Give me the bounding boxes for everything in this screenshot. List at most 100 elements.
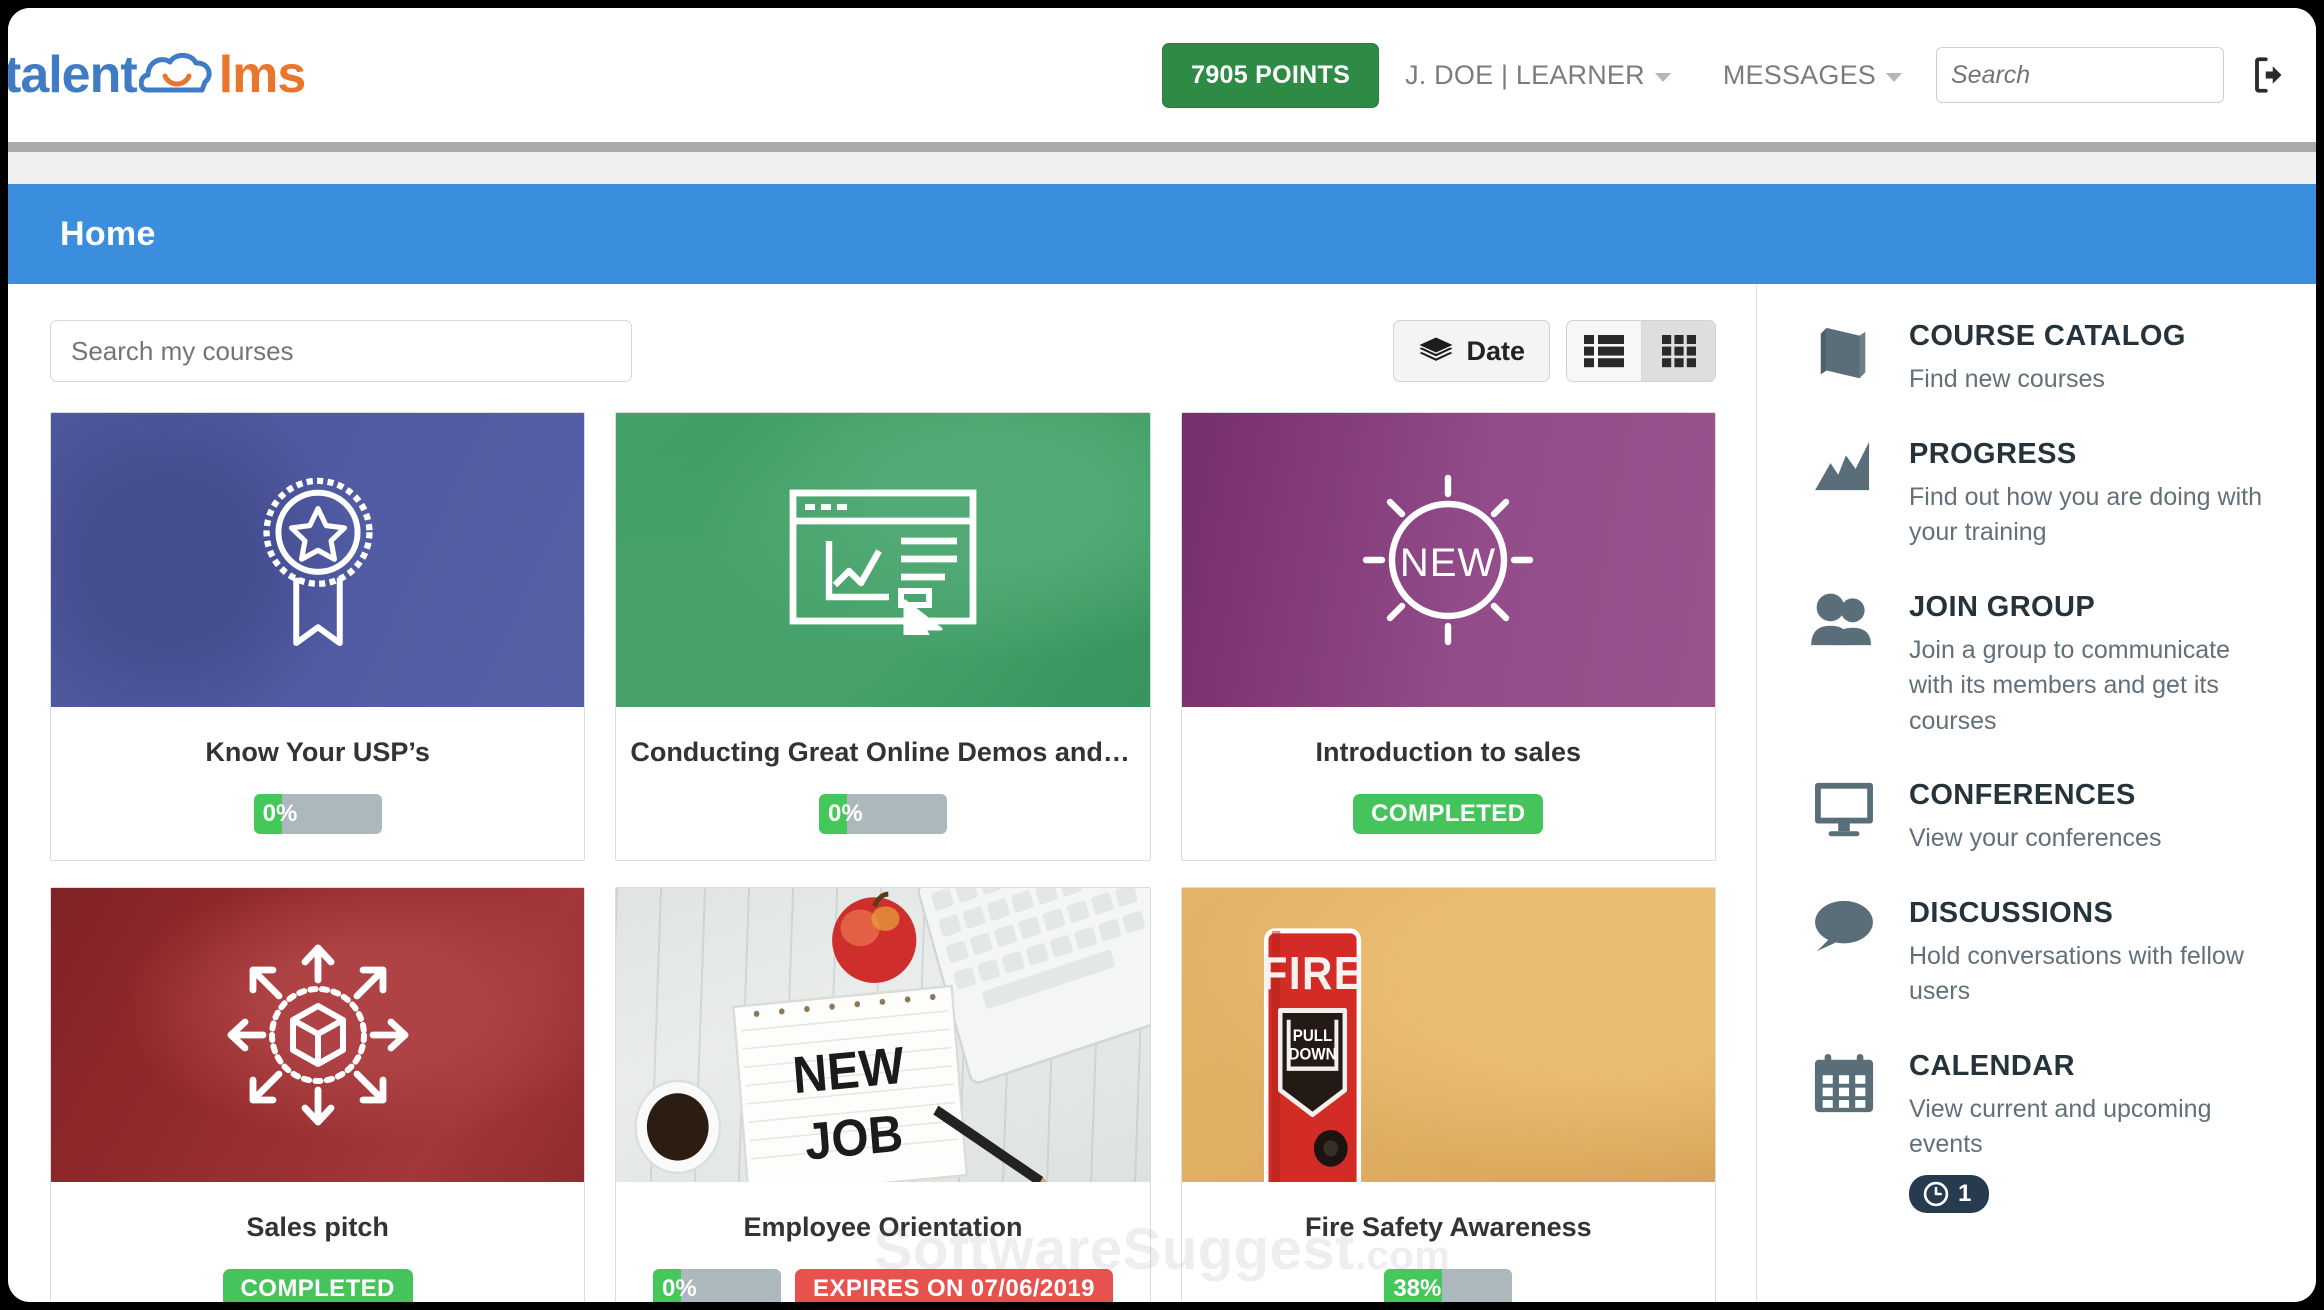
sidebar-item-title: COURSE CATALOG (1909, 320, 2186, 352)
logout-icon[interactable] (2250, 54, 2292, 96)
course-title: Introduction to sales (1315, 737, 1582, 767)
sidebar-item-join-group[interactable]: JOIN GROUP Join a group to communicate w… (1805, 589, 2280, 740)
status-badge: COMPLETED (222, 1269, 413, 1302)
course-card[interactable]: Know Your USP’s 0% (50, 412, 586, 861)
course-badges: 38% (1196, 1269, 1701, 1302)
right-sidebar: COURSE CATALOG Find new courses PROGRESS… (1756, 284, 2316, 1302)
course-thumbnail (51, 888, 585, 1182)
sidebar-item-title: DISCUSSIONS (1909, 896, 2114, 929)
thumbnail-photo: NEW JOB (616, 888, 1150, 1182)
course-title: Fire Safety Awareness (1304, 1212, 1592, 1242)
course-title: Sales pitch (246, 1212, 389, 1242)
course-thumbnail (616, 413, 1150, 707)
top-header: talent lms 7905 POINTS J. DOE | LEARNER … (8, 8, 2316, 142)
sidebar-item-calendar[interactable]: CALENDAR View current and upcoming event… (1805, 1048, 2280, 1213)
sidebar-item-text: CALENDAR View current and upcoming event… (1909, 1048, 2280, 1213)
book-icon (1805, 318, 1883, 398)
points-button[interactable]: 7905 POINTS (1162, 42, 1380, 108)
sidebar-item-conferences[interactable]: CONFERENCES View your conferences (1805, 777, 2280, 857)
browser-window: talent lms 7905 POINTS J. DOE | LEARNER … (8, 8, 2316, 1302)
sidebar-item-title: CALENDAR (1909, 1049, 2075, 1082)
progress-label: 0% (662, 1275, 697, 1302)
course-title: Know Your USP’s (205, 737, 430, 767)
progress-bar: 0% (818, 794, 947, 834)
course-badges: 0% (65, 794, 570, 834)
course-thumbnail: NEW JOB (616, 888, 1150, 1182)
grid-view-button[interactable] (1641, 321, 1715, 381)
course-search-input[interactable] (71, 335, 611, 367)
page-title-bar: Home (8, 184, 2316, 284)
course-badges: 0% (630, 794, 1135, 834)
browser-chart-cursor-icon (616, 413, 1149, 707)
course-card-body: Conducting Great Online Demos and Sal… 0… (616, 707, 1149, 860)
sort-by-date-button[interactable]: Date (1393, 320, 1550, 382)
sidebar-item-title: CONFERENCES (1909, 779, 2136, 811)
sidebar-item-desc: Find new courses (1909, 365, 2105, 393)
course-title: Employee Orientation (743, 1212, 1023, 1242)
calendar-badge-count: 1 (1958, 1179, 1972, 1207)
course-badges: COMPLETED (65, 1269, 570, 1302)
talentlms-logo[interactable]: talent lms (8, 45, 307, 105)
svg-text:DOWN: DOWN (1288, 1046, 1336, 1064)
search-input[interactable] (1951, 60, 2209, 90)
calendar-icon (1805, 1048, 1883, 1213)
messages-menu[interactable]: MESSAGES (1697, 60, 1928, 91)
sidebar-item-desc: View your conferences (1909, 824, 2162, 852)
sidebar-item-text: CONFERENCES View your conferences (1909, 777, 2161, 857)
main-content: Date (8, 284, 1756, 1302)
people-icon (1805, 589, 1883, 740)
sidebar-item-desc: View current and upcoming events (1909, 1094, 2212, 1159)
award-ribbon-icon (51, 413, 584, 707)
sidebar-item-discussions[interactable]: DISCUSSIONS Hold conversations with fell… (1805, 895, 2280, 1010)
sidebar-item-desc: Find out how you are doing with your tra… (1909, 482, 2262, 547)
sidebar-item-course-catalog[interactable]: COURSE CATALOG Find new courses (1805, 318, 2280, 398)
course-thumbnail: FIRE PULL DOWN (1181, 888, 1715, 1182)
expiry-badge: EXPIRES ON 07/06/2019 (795, 1269, 1113, 1302)
global-search[interactable] (1936, 47, 2224, 103)
svg-text:PULL: PULL (1292, 1028, 1332, 1046)
course-card-body: Employee Orientation 0% EXPIRES ON 07/06… (616, 1182, 1149, 1302)
list-view-button[interactable] (1567, 321, 1641, 381)
progress-bar: 0% (253, 794, 382, 834)
sidebar-item-text: JOIN GROUP Join a group to communicate w… (1909, 589, 2280, 740)
user-menu[interactable]: J. DOE | LEARNER (1379, 60, 1697, 91)
sidebar-item-title: JOIN GROUP (1909, 590, 2096, 623)
logo-text-lms: lms (218, 46, 307, 104)
svg-text:NEW: NEW (1400, 541, 1496, 585)
chevron-down-icon (1886, 72, 1902, 82)
layers-icon (1419, 337, 1453, 361)
course-card[interactable]: Sales pitch COMPLETED (50, 887, 586, 1302)
messages-menu-label: MESSAGES (1722, 59, 1876, 90)
view-tools: Date (1393, 320, 1716, 382)
course-card-body: Sales pitch COMPLETED (51, 1182, 584, 1302)
clock-icon (1923, 1181, 1949, 1206)
new-sun-icon: NEW (1182, 413, 1715, 707)
sidebar-item-title: PROGRESS (1909, 437, 2077, 470)
logo-text-talent: talent (8, 46, 138, 104)
svg-text:FIRE: FIRE (1261, 948, 1362, 999)
monitor-icon (1805, 777, 1883, 857)
sort-by-date-label: Date (1466, 335, 1525, 366)
course-card-body: Know Your USP’s 0% (51, 707, 584, 860)
course-badges: 0% EXPIRES ON 07/06/2019 (630, 1269, 1135, 1302)
course-card[interactable]: NEW Introduction to sales COMPLETED (1180, 412, 1716, 861)
course-card[interactable]: NEW JOB Employee Orientation 0% EXPIRES … (615, 887, 1151, 1302)
course-title: Conducting Great Online Demos and Sal… (630, 737, 1136, 767)
sidebar-item-text: DISCUSSIONS Hold conversations with fell… (1909, 895, 2280, 1010)
thumbnail-photo: FIRE PULL DOWN (1181, 888, 1715, 1182)
cloud-smile-icon (138, 52, 212, 93)
courses-toolbar: Date (50, 320, 1716, 382)
calendar-events-badge[interactable]: 1 (1909, 1174, 1990, 1213)
chevron-down-icon (1654, 72, 1671, 82)
top-navigation: 7905 POINTS J. DOE | LEARNER MESSAGES (1162, 42, 2316, 108)
sidebar-item-desc: Hold conversations with fellow users (1909, 941, 2244, 1006)
sidebar-item-text: COURSE CATALOG Find new courses (1909, 318, 2186, 398)
svg-text:NEW: NEW (791, 1036, 907, 1105)
course-thumbnail (51, 413, 585, 707)
sidebar-item-text: PROGRESS Find out how you are doing with… (1909, 436, 2280, 551)
chart-mountain-icon (1805, 436, 1883, 551)
course-card[interactable]: Conducting Great Online Demos and Sal… 0… (615, 412, 1151, 861)
course-search[interactable] (50, 320, 632, 382)
course-card[interactable]: FIRE PULL DOWN Fire Safety Awareness 38% (1180, 887, 1716, 1302)
sidebar-item-progress[interactable]: PROGRESS Find out how you are doing with… (1805, 436, 2280, 551)
